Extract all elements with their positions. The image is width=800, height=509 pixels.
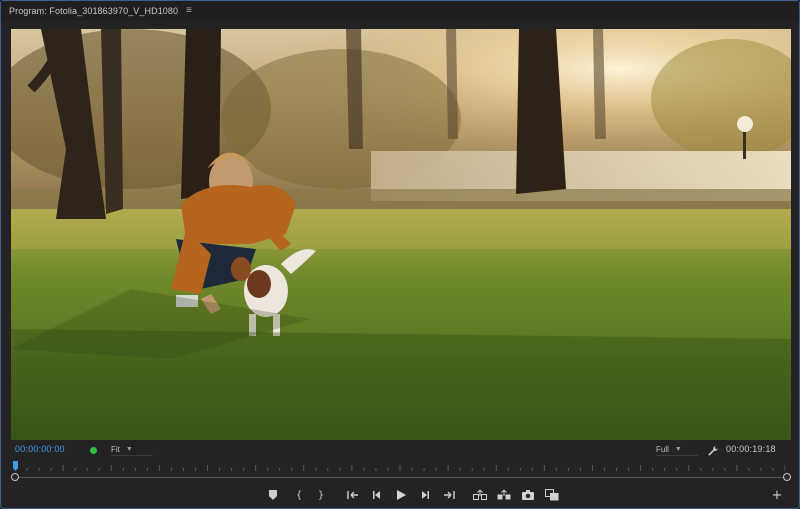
transport-controls: { } +	[1, 486, 799, 504]
duration-timecode: 00:00:19:18	[726, 444, 776, 454]
playback-resolution-value: Full	[656, 445, 669, 454]
zoom-level-value: Fit	[111, 445, 120, 454]
panel-header: Program: Fotolia_301863970_V_HD1080 ≡	[1, 1, 799, 21]
add-marker-icon[interactable]	[265, 487, 281, 503]
panel-title[interactable]: Program: Fotolia_301863970_V_HD1080	[9, 6, 178, 16]
zoom-scroll-handle-left[interactable]	[11, 473, 19, 481]
current-timecode[interactable]: 00:00:00:00	[15, 444, 65, 454]
step-forward-icon[interactable]	[417, 487, 433, 503]
chevron-down-icon: ▼	[125, 446, 133, 453]
mark-in-icon[interactable]: {	[291, 487, 307, 503]
hamburger-icon[interactable]: ≡	[186, 6, 192, 16]
lift-icon[interactable]	[472, 487, 488, 503]
mark-out-icon[interactable]: }	[313, 487, 329, 503]
video-frame-image	[11, 29, 791, 440]
zoom-scroll-track[interactable]	[15, 477, 787, 478]
video-frame[interactable]	[11, 29, 791, 440]
zoom-level-dropdown[interactable]: Fit ▼	[111, 444, 153, 456]
wrench-icon[interactable]	[707, 444, 719, 456]
play-icon[interactable]	[393, 487, 409, 503]
go-to-out-icon[interactable]	[441, 487, 457, 503]
program-monitor-panel: Program: Fotolia_301863970_V_HD1080 ≡ 00…	[0, 0, 800, 509]
time-ruler[interactable]	[11, 461, 791, 485]
playback-resolution-dropdown[interactable]: Full ▼	[656, 444, 698, 456]
ruler-ticks	[15, 465, 785, 471]
button-editor-icon[interactable]: +	[769, 487, 785, 503]
export-frame-icon[interactable]	[520, 487, 536, 503]
go-to-in-icon[interactable]	[345, 487, 361, 503]
playhead-icon[interactable]	[12, 461, 18, 471]
status-indicator-icon	[90, 447, 97, 454]
step-back-icon[interactable]	[369, 487, 385, 503]
comparison-view-icon[interactable]	[544, 487, 560, 503]
extract-icon[interactable]	[496, 487, 512, 503]
timecode-bar: 00:00:00:00 Fit ▼ Full ▼ 00:00:19:18	[1, 443, 799, 459]
zoom-scroll-handle-right[interactable]	[783, 473, 791, 481]
chevron-down-icon: ▼	[674, 446, 682, 453]
